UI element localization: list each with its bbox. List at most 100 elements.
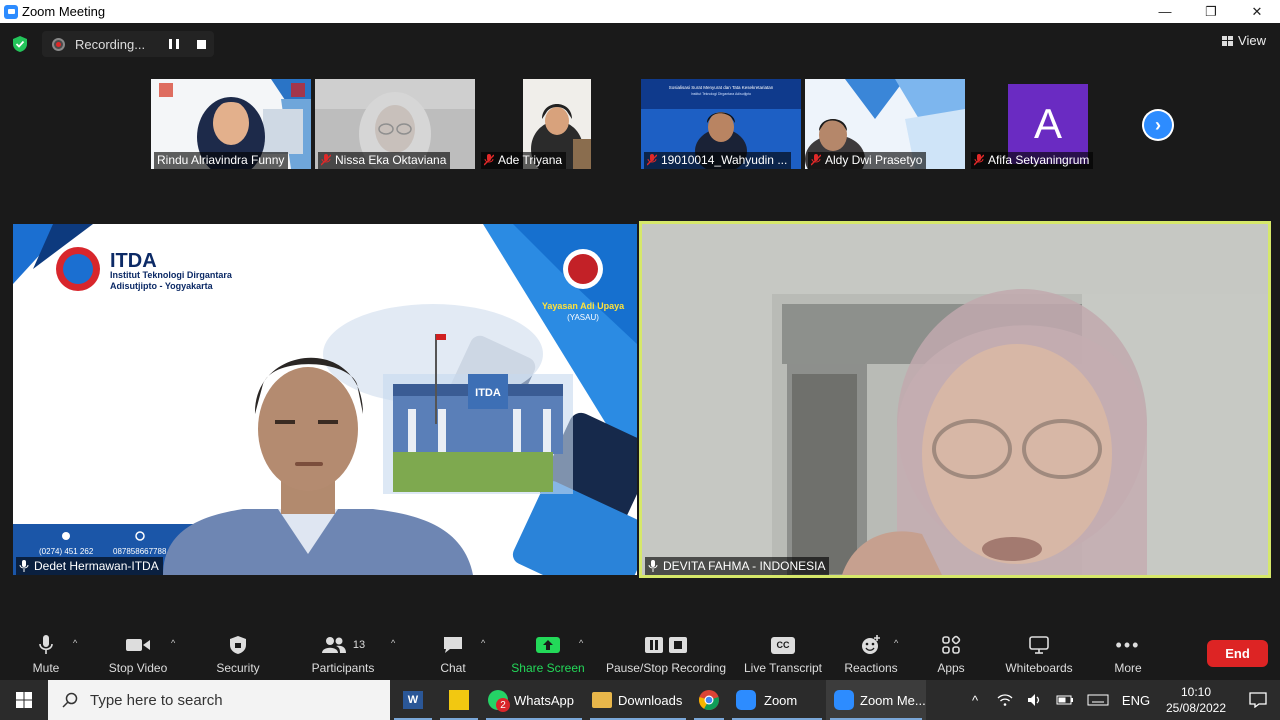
chat-options-chevron-icon[interactable]: ^ — [481, 638, 485, 648]
window-title: Zoom Meeting — [22, 4, 106, 19]
participant-name-label: 19010014_Wahyudin ... — [644, 152, 792, 169]
taskbar-zoom-meeting[interactable]: Zoom Me... — [826, 680, 926, 720]
reactions-button[interactable]: Reactions — [841, 630, 901, 680]
participant-name-label: Rindu Alriavindra Funny — [154, 152, 289, 169]
taskbar-search-box[interactable]: Type here to search — [48, 680, 390, 720]
notifications-icon[interactable] — [1236, 680, 1280, 720]
zoom-app-icon — [4, 4, 18, 19]
closed-caption-icon: CC — [771, 636, 795, 654]
participant-name-label: DEVITA FAHMA - INDONESIA — [645, 557, 830, 575]
view-label: View — [1238, 33, 1266, 48]
minimize-button[interactable]: — — [1142, 0, 1188, 23]
participant-thumbnail[interactable]: A Afifa Setyaningrum — [968, 79, 1128, 169]
shield-icon — [230, 636, 246, 654]
stop-icon — [669, 637, 687, 653]
stop-recording-icon[interactable] — [197, 39, 207, 49]
meeting-toolbar: Mute ^ Stop Video ^ Security 13 Particip… — [0, 630, 1280, 680]
participant-name-label: Afifa Setyaningrum — [971, 152, 1094, 169]
participant-video: ITDA ITDA Institut Teknologi Dirgantara … — [13, 224, 637, 575]
clock-date: 25/08/2022 — [1165, 701, 1227, 715]
stop-video-button[interactable]: Stop Video — [104, 630, 172, 680]
input-language[interactable]: ENG — [1116, 680, 1156, 720]
participant-name-label: Aldy Dwi Prasetyo — [808, 152, 927, 169]
participant-thumbnail[interactable]: Ade Triyana — [478, 79, 638, 169]
recording-label: Recording... — [75, 36, 146, 52]
video-options-chevron-icon[interactable]: ^ — [171, 638, 175, 648]
pause-recording-icon[interactable] — [169, 39, 180, 49]
participant-name-label: Nissa Eka Oktaviana — [318, 152, 451, 169]
search-icon — [62, 692, 78, 708]
apps-button[interactable]: Apps — [932, 630, 970, 680]
reactions-options-chevron-icon[interactable]: ^ — [894, 638, 898, 648]
participants-icon — [321, 637, 346, 653]
security-shield-icon[interactable] — [12, 35, 28, 53]
mute-options-chevron-icon[interactable]: ^ — [73, 638, 77, 648]
battery-icon[interactable] — [1050, 680, 1080, 720]
video-tile-active-speaker[interactable]: DEVITA FAHMA - INDONESIA — [639, 221, 1271, 578]
show-hidden-icons-chevron-icon[interactable]: ^ — [960, 680, 990, 720]
taskbar-chrome[interactable] — [690, 680, 728, 720]
zoom-icon — [736, 690, 756, 710]
taskbar-zoom[interactable]: Zoom — [728, 680, 826, 720]
participant-thumbnail[interactable]: Aldy Dwi Prasetyo — [805, 79, 965, 169]
security-button[interactable]: Security — [211, 630, 265, 680]
taskbar-sticky-notes[interactable] — [436, 680, 482, 720]
participant-thumbnail[interactable]: Nissa Eka Oktaviana — [315, 79, 475, 169]
whatsapp-text: 087858667788 — [113, 547, 167, 556]
participants-button[interactable]: 13 Participants — [306, 630, 380, 680]
mic-muted-icon — [811, 154, 821, 166]
system-tray: ^ ENG 10:10 25/08/2022 — [960, 680, 1280, 720]
volume-icon[interactable] — [1020, 680, 1050, 720]
mic-icon — [19, 560, 29, 572]
live-transcript-button[interactable]: CC Live Transcript — [740, 630, 826, 680]
close-button[interactable]: ✕ — [1234, 0, 1280, 23]
slide-title-text: Sosialisasi Surat Menyurat dan Tata Kese… — [669, 85, 774, 90]
participants-count: 13 — [352, 639, 366, 651]
zoom-window: Zoom Meeting — ❐ ✕ Recording... View Rin… — [0, 0, 1280, 720]
recording-dot-icon — [52, 37, 65, 51]
next-page-button[interactable]: › — [1142, 109, 1174, 141]
taskbar-word[interactable]: W — [390, 680, 436, 720]
start-button[interactable] — [0, 680, 48, 720]
brand-text: ITDA — [110, 250, 157, 272]
mute-button[interactable]: Mute — [24, 630, 68, 680]
pause-stop-recording-button[interactable]: Pause/Stop Recording — [603, 630, 729, 680]
avatar-letter: A — [1033, 100, 1062, 147]
notification-badge: 2 — [496, 698, 510, 712]
participants-options-chevron-icon[interactable]: ^ — [391, 638, 395, 648]
keyboard-icon[interactable] — [1080, 680, 1116, 720]
chevron-right-icon: › — [1144, 111, 1172, 139]
clock-time: 10:10 — [1180, 685, 1212, 699]
reaction-smiley-icon — [862, 635, 880, 654]
sticky-notes-icon — [449, 690, 469, 710]
institute-line1: Institut Teknologi Dirgantara — [110, 270, 233, 280]
whiteboards-button[interactable]: Whiteboards — [1000, 630, 1078, 680]
windows-logo-icon — [16, 692, 32, 708]
search-placeholder: Type here to search — [90, 691, 223, 709]
chat-button[interactable]: Chat — [434, 630, 472, 680]
participant-thumbnail[interactable]: Rindu Alriavindra Funny — [151, 79, 311, 169]
mic-muted-icon — [974, 154, 984, 166]
view-button[interactable]: View — [1222, 33, 1266, 48]
phone-text: (0274) 451 262 — [39, 547, 94, 556]
maximize-button[interactable]: ❐ — [1188, 0, 1234, 23]
share-screen-button[interactable]: Share Screen — [510, 630, 586, 680]
share-options-chevron-icon[interactable]: ^ — [579, 638, 583, 648]
chat-bubble-icon — [444, 637, 462, 653]
chrome-icon — [699, 690, 719, 711]
wifi-icon[interactable] — [990, 680, 1020, 720]
institute-line2: Adisutjipto - Yogyakarta — [110, 281, 214, 291]
window-controls: — ❐ ✕ — [1142, 0, 1280, 23]
video-camera-icon — [126, 639, 150, 651]
windows-taskbar: Type here to search W 2 WhatsApp Downloa… — [0, 680, 1280, 720]
end-meeting-button[interactable]: End — [1207, 640, 1268, 667]
more-button[interactable]: ••• More — [1110, 630, 1146, 680]
taskbar-clock[interactable]: 10:10 25/08/2022 — [1156, 684, 1236, 716]
video-tile-speaker[interactable]: ITDA ITDA Institut Teknologi Dirgantara … — [13, 224, 637, 575]
taskbar-whatsapp[interactable]: 2 WhatsApp — [482, 680, 586, 720]
taskbar-downloads[interactable]: Downloads — [586, 680, 690, 720]
word-icon: W — [403, 691, 423, 709]
participant-thumbnail[interactable]: Sosialisasi Surat Menyurat dan Tata Kese… — [641, 79, 801, 169]
more-dots-icon: ••• — [1115, 635, 1141, 655]
participant-video — [642, 224, 1268, 575]
